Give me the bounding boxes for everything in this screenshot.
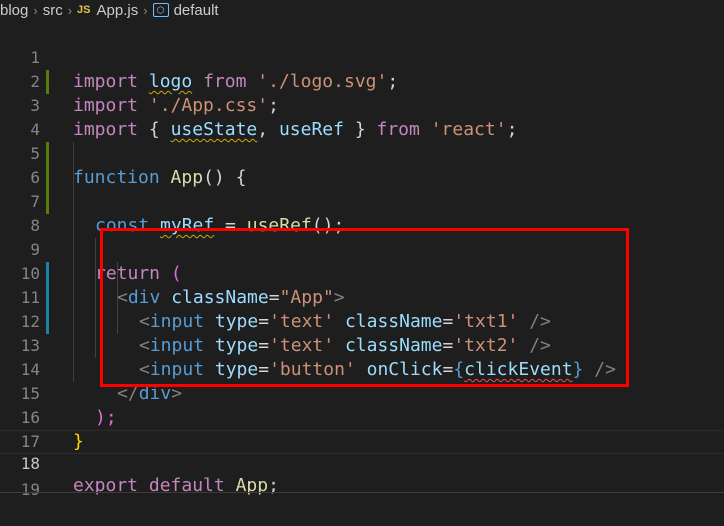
code-line-8[interactable]: 8 — [0, 190, 724, 235]
code-line-6[interactable]: 6 — [0, 142, 724, 187]
code-line-18[interactable]: 18 export default App; — [0, 430, 724, 496]
breadcrumb: blog › src › JS App.js › ⬡ default — [0, 0, 724, 20]
line-number: 19 — [20, 480, 40, 499]
code-line-4[interactable]: 4 — [0, 94, 724, 139]
code-line-3[interactable]: 3 import { useState, useRef } from 'reac… — [0, 70, 724, 140]
breadcrumb-folder-src[interactable]: src — [43, 2, 63, 19]
code-line-2[interactable]: 2 import './App.css'; — [0, 46, 724, 116]
chevron-right-icon: › — [67, 2, 73, 18]
panel-divider — [0, 492, 724, 493]
javascript-file-icon: JS — [77, 4, 91, 16]
breadcrumb-folder-blog[interactable]: blog — [0, 2, 28, 19]
code-line-19[interactable]: 19 — [0, 454, 724, 499]
symbol-object-icon: ⬡ — [152, 3, 169, 17]
chevron-right-icon: › — [143, 2, 148, 18]
red-annotation-box — [100, 228, 629, 387]
code-line-7[interactable]: 7 const myRef = useRef(); — [0, 166, 724, 236]
code-line-17[interactable]: 17 — [0, 406, 724, 451]
breadcrumb-file[interactable]: App.js — [97, 2, 139, 19]
code-line-5[interactable]: 5 function App() { — [0, 118, 724, 188]
breadcrumb-symbol[interactable]: default — [174, 2, 219, 19]
chevron-right-icon: › — [33, 2, 38, 18]
code-line-1[interactable]: 1 import logo from './logo.svg'; — [0, 22, 724, 92]
